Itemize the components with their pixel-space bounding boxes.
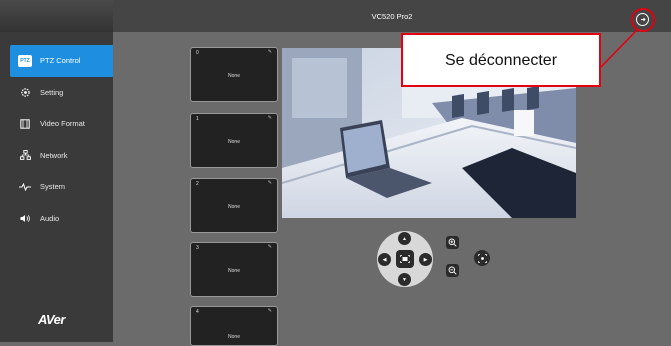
app-window: VC520 Pro2 PTZ PTZ Control Setting Video… [0,0,671,346]
callout-pointer-line [600,29,638,68]
